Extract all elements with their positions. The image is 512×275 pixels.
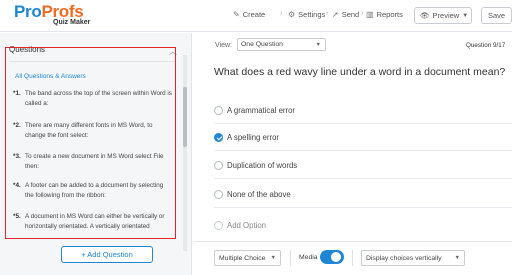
logo-subtitle: Quiz Maker: [53, 19, 91, 26]
preview-label: Preview: [432, 11, 460, 20]
nav-separator-icon: ›: [361, 10, 364, 17]
proprofs-logo[interactable]: ProProfs Quiz Maker: [14, 2, 90, 26]
divider: [214, 178, 512, 179]
eye-icon: 👁: [420, 11, 430, 20]
nav-separator-icon: ›: [280, 10, 283, 17]
divider: [214, 150, 512, 151]
preview-button[interactable]: 👁 Preview ▼: [414, 7, 472, 24]
display-choices-select[interactable]: Display choices vertically ▼: [361, 250, 465, 266]
toggle-knob: [331, 252, 341, 262]
divider: [214, 123, 512, 124]
sidebar-scrollbar-track[interactable]: [183, 55, 187, 251]
highlight-annotation-box: [5, 47, 176, 239]
top-header: ProProfs Quiz Maker ✎ Create › ⚙ Setting…: [0, 0, 512, 32]
nav-create[interactable]: ✎ Create: [233, 10, 265, 19]
sidebar-scrollbar-thumb[interactable]: [183, 87, 187, 147]
save-button[interactable]: Save: [481, 7, 512, 24]
add-option-button[interactable]: Add Option: [214, 218, 512, 234]
nav-reports-label: Reports: [376, 10, 403, 19]
answer-option[interactable]: None of the above: [214, 187, 512, 203]
radio-button[interactable]: [214, 161, 223, 170]
gear-icon: ⚙: [288, 10, 296, 19]
display-choices-value: Display choices vertically: [366, 254, 442, 262]
chevron-down-icon: ▼: [315, 41, 321, 48]
nav-settings[interactable]: ⚙ Settings: [288, 10, 325, 19]
chevron-down-icon: ▼: [270, 255, 276, 261]
nav-send[interactable]: ➚ Send: [332, 10, 359, 19]
answer-option-label: None of the above: [227, 190, 291, 199]
radio-button-checked[interactable]: [214, 133, 223, 142]
nav-settings-label: Settings: [298, 10, 326, 19]
chevron-down-icon: ▼: [454, 255, 460, 261]
answer-option-label: A spelling error: [227, 133, 280, 142]
radio-button[interactable]: [214, 190, 223, 199]
bar-chart-icon: ▥: [366, 10, 374, 19]
divider: [352, 250, 353, 266]
nav-send-label: Send: [341, 10, 360, 19]
view-mode-select[interactable]: One Question ▼: [237, 38, 326, 51]
media-toggle[interactable]: [320, 250, 344, 264]
answer-option-label: Duplication of words: [227, 161, 298, 170]
question-type-value: Multiple Choice: [219, 254, 266, 262]
logo-wordmark: ProProfs: [14, 2, 84, 21]
answer-option[interactable]: Duplication of words: [214, 158, 512, 174]
send-icon: ➚: [332, 10, 339, 19]
view-mode-value: One Question: [241, 41, 283, 48]
nav-separator-icon: ›: [326, 10, 329, 17]
question-text[interactable]: What does a red wavy line under a word i…: [214, 66, 505, 78]
media-label: Media: [299, 254, 318, 261]
answer-option[interactable]: A grammatical error: [214, 103, 512, 119]
view-label: View:: [215, 42, 232, 49]
questions-sidebar: Questions ︿ All Questions & Answers *1. …: [0, 33, 192, 275]
divider: [214, 207, 512, 208]
radio-button[interactable]: [214, 106, 223, 115]
answer-option[interactable]: A spelling error: [214, 130, 512, 146]
add-option-label: Add Option: [227, 221, 267, 230]
chevron-down-icon: ▼: [462, 12, 469, 19]
nav-reports[interactable]: ▥ Reports: [366, 10, 403, 19]
question-counter: Question 9/17: [466, 42, 506, 49]
question-type-select[interactable]: Multiple Choice ▼: [214, 250, 281, 266]
radio-button: [214, 221, 223, 230]
answer-option-label: A grammatical error: [227, 106, 296, 115]
add-question-button[interactable]: + Add Question: [61, 246, 153, 263]
pencil-icon: ✎: [233, 10, 240, 19]
divider: [290, 250, 291, 266]
nav-create-label: Create: [242, 10, 266, 19]
